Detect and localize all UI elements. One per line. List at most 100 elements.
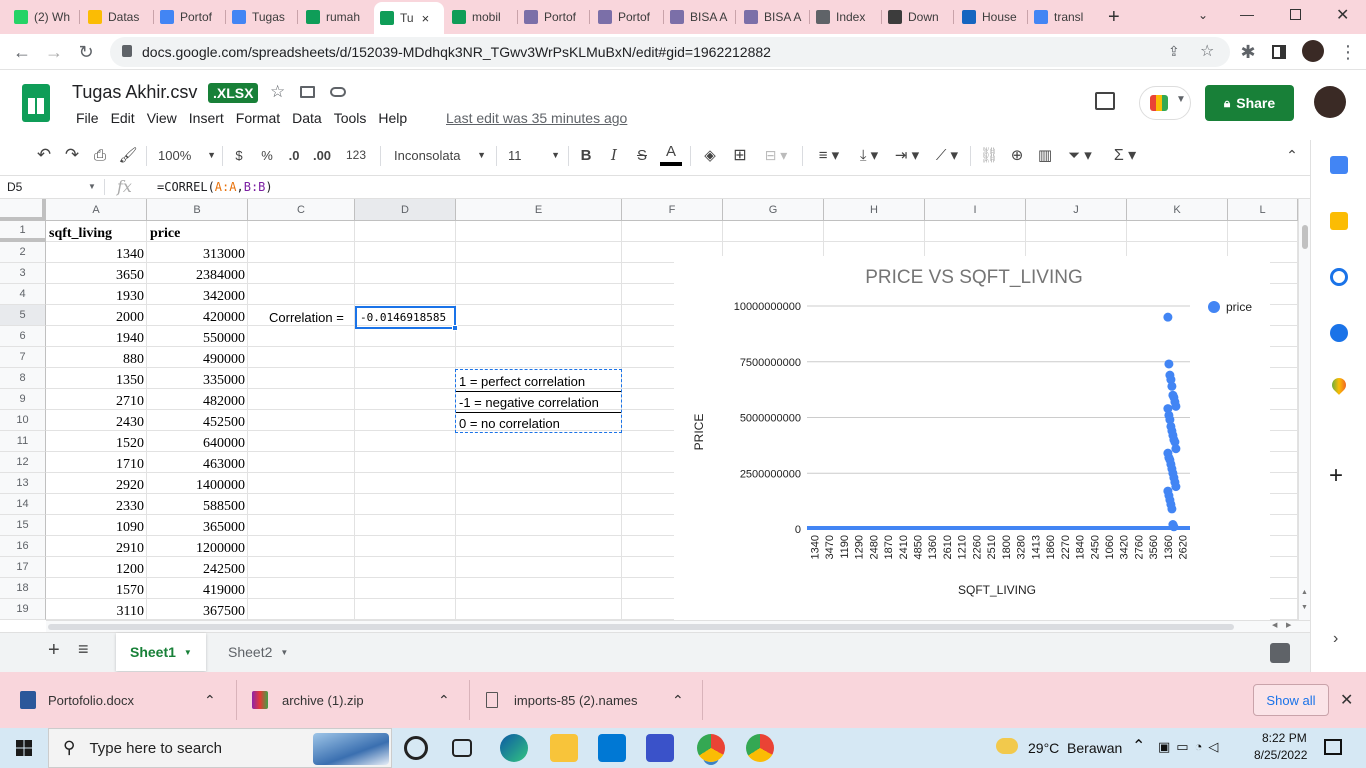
data-cell-sqft-living[interactable]: 1350 <box>46 370 147 391</box>
strikethrough-button[interactable]: S <box>634 140 650 170</box>
weather-text[interactable]: 29°C Berawan <box>1028 740 1122 756</box>
percent-format-button[interactable]: % <box>258 140 276 170</box>
browser-tab[interactable]: transl <box>1028 4 1098 30</box>
browser-tab[interactable]: rumah <box>300 4 370 30</box>
all-sheets-button[interactable]: ≡ <box>78 639 89 660</box>
scroll-thumb[interactable] <box>48 624 1234 630</box>
menu-insert[interactable]: Insert <box>183 110 230 126</box>
filter-icon[interactable]: ⏷ ▾ <box>1062 140 1098 170</box>
data-cell-sqft-living[interactable]: 2920 <box>46 475 147 496</box>
scatter-chart[interactable]: PRICE VS SQFT_LIVING SQFT_LIVING PRICE p… <box>674 256 1270 620</box>
column-header[interactable]: L <box>1228 199 1298 221</box>
borders-icon[interactable]: ⊞ <box>730 140 750 170</box>
formula-input[interactable]: =CORREL(A:A,B:B) <box>157 180 273 194</box>
functions-icon[interactable]: Σ ▾ <box>1108 140 1142 170</box>
chevron-right-icon[interactable]: › <box>1333 630 1338 648</box>
row-header[interactable]: 5 <box>0 305 46 326</box>
selection-handle[interactable] <box>452 325 458 331</box>
mail-icon[interactable] <box>598 734 626 762</box>
merge-cells-icon[interactable]: ⊟ ▾ <box>760 140 792 170</box>
close-downloads-icon[interactable]: ✕ <box>1340 690 1353 710</box>
reload-icon[interactable]: ↻ <box>74 40 98 64</box>
data-cell-price[interactable]: 342000 <box>147 286 248 307</box>
account-avatar[interactable] <box>1314 86 1346 118</box>
last-edit-link[interactable]: Last edit was 35 minutes ago <box>446 110 627 126</box>
data-cell-price[interactable]: 313000 <box>147 244 248 265</box>
increase-decimal-button[interactable]: .00 <box>310 140 334 170</box>
header-cell-sqft-living[interactable]: sqft_living <box>46 223 147 244</box>
data-cell-sqft-living[interactable]: 1520 <box>46 433 147 454</box>
comment-history-icon[interactable] <box>1095 92 1115 110</box>
cloud-status-icon[interactable] <box>330 87 346 97</box>
data-cell-price[interactable]: 490000 <box>147 349 248 370</box>
font-size-select[interactable]: 11 ▼ <box>508 140 560 170</box>
data-cell-sqft-living[interactable]: 3110 <box>46 601 147 620</box>
menu-tools[interactable]: Tools <box>328 110 373 126</box>
share-page-icon[interactable]: ⇪ <box>1168 43 1180 60</box>
row-header[interactable]: 1 <box>0 221 46 242</box>
chevron-down-icon[interactable]: ▼ <box>88 182 96 191</box>
decrease-decimal-button[interactable]: .0 <box>284 140 304 170</box>
menu-format[interactable]: Format <box>230 110 286 126</box>
tray-overflow-icon[interactable]: ⌃ <box>1132 736 1145 756</box>
column-header[interactable]: J <box>1026 199 1127 221</box>
restore-icon[interactable] <box>1290 9 1301 20</box>
column-header[interactable]: D <box>355 199 456 221</box>
row-header[interactable]: 19 <box>0 599 46 620</box>
browser-tab[interactable]: Tugas <box>226 4 296 30</box>
data-cell-price[interactable]: 419000 <box>147 580 248 601</box>
data-point[interactable] <box>1169 522 1179 532</box>
app-icon[interactable] <box>646 734 674 762</box>
data-point[interactable] <box>1164 359 1174 369</box>
keep-icon[interactable] <box>1330 212 1348 230</box>
data-cell-price[interactable]: 463000 <box>147 454 248 475</box>
browser-tab[interactable]: BISA A <box>738 4 808 30</box>
chrome-icon[interactable] <box>697 734 725 762</box>
new-tab-button[interactable]: + <box>1108 6 1120 29</box>
browser-tab[interactable]: mobil <box>446 4 516 30</box>
data-cell-sqft-living[interactable]: 2710 <box>46 391 147 412</box>
column-header[interactable]: G <box>723 199 824 221</box>
row-header[interactable]: 10 <box>0 410 46 431</box>
data-cell-sqft-living[interactable]: 2330 <box>46 496 147 517</box>
download-item[interactable]: Portofolio.docx ⌃ <box>20 672 230 728</box>
edge-icon[interactable] <box>500 734 528 762</box>
notifications-icon[interactable] <box>1324 739 1342 755</box>
side-panel-icon[interactable] <box>1272 45 1286 59</box>
close-tab-icon[interactable]: × <box>422 11 430 26</box>
correlation-value-cell[interactable]: -0.0146918585 <box>355 306 456 329</box>
scroll-down-icon[interactable]: ▼ <box>1301 604 1308 611</box>
data-point[interactable] <box>1163 312 1173 322</box>
windows-start-icon[interactable] <box>16 740 32 756</box>
vertical-align-icon[interactable]: ⤓ ▾ <box>852 140 886 170</box>
extensions-icon[interactable]: ✱ <box>1236 40 1260 64</box>
download-item[interactable]: imports-85 (2).names ⌃ <box>486 672 696 728</box>
data-cell-price[interactable]: 550000 <box>147 328 248 349</box>
data-cell-sqft-living[interactable]: 1090 <box>46 517 147 538</box>
browser-tab[interactable]: Tu × <box>374 2 444 34</box>
correlation-note[interactable]: -1 = negative correlation <box>456 392 621 413</box>
italic-button[interactable]: I <box>606 140 622 170</box>
data-cell-price[interactable]: 2384000 <box>147 265 248 286</box>
scroll-right-icon[interactable]: ▶ <box>1286 621 1291 629</box>
taskbar-search[interactable]: ⚲ Type here to search <box>48 728 392 768</box>
browser-tab[interactable]: BISA A <box>664 4 734 30</box>
show-all-downloads-button[interactable]: Show all <box>1253 684 1329 716</box>
scroll-left-icon[interactable]: ◀ <box>1272 621 1277 629</box>
sheet-tab-sheet2[interactable]: Sheet2 ▼ <box>214 633 302 671</box>
correlation-label[interactable]: Correlation = <box>266 307 354 328</box>
row-header[interactable]: 2 <box>0 242 46 263</box>
tasks-icon[interactable] <box>1330 268 1348 286</box>
browser-tab[interactable]: Down <box>882 4 952 30</box>
browser-tab[interactable]: Portof <box>518 4 588 30</box>
data-cell-price[interactable]: 367500 <box>147 601 248 620</box>
column-header[interactable]: K <box>1127 199 1228 221</box>
row-header[interactable]: 18 <box>0 578 46 599</box>
text-wrap-icon[interactable]: ⇥ ▾ <box>890 140 924 170</box>
vertical-scrollbar[interactable]: ▲ ▼ <box>1298 199 1310 620</box>
sheets-logo-icon[interactable] <box>22 84 50 122</box>
clock-time[interactable]: 8:22 PM <box>1262 731 1307 745</box>
data-cell-sqft-living[interactable]: 2000 <box>46 307 147 328</box>
row-header[interactable]: 11 <box>0 431 46 452</box>
menu-edit[interactable]: Edit <box>105 110 141 126</box>
